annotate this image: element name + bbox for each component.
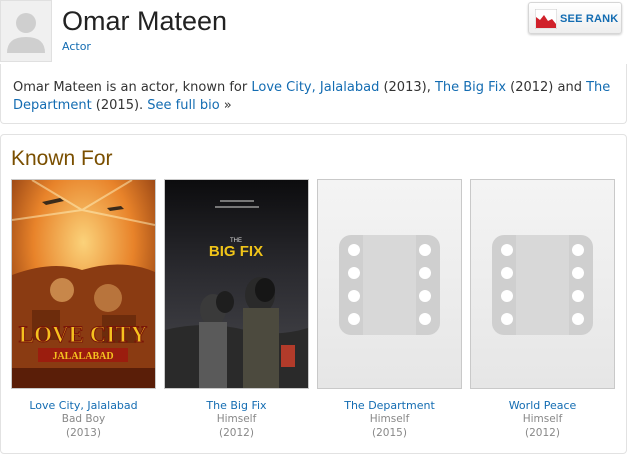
- bio-lead: Omar Mateen is an actor, known for: [13, 80, 252, 95]
- person-silhouette-icon: [7, 13, 45, 53]
- known-for-card[interactable]: The Department Himself (2015): [317, 179, 462, 440]
- big-fix-title-text: BIG FIX: [209, 243, 263, 260]
- poster-love-city[interactable]: LOVE CITY JALALABAD: [11, 179, 156, 389]
- page-title: Omar Mateen: [62, 6, 228, 36]
- poster-big-fix[interactable]: THE BIG FIX: [164, 179, 309, 389]
- known-for-year: (2013): [66, 427, 101, 439]
- known-for-card[interactable]: THE BIG FIX The Big Fix Himself (2012): [164, 179, 309, 440]
- see-rank-button[interactable]: SEE RANK: [528, 2, 622, 34]
- known-for-title[interactable]: Love City, Jalalabad: [11, 399, 156, 412]
- known-for-title[interactable]: World Peace: [470, 399, 615, 412]
- known-for-card[interactable]: World Peace Himself (2012): [470, 179, 615, 440]
- known-for-role: Himself: [369, 413, 410, 425]
- bio-year-1: (2013),: [379, 80, 435, 95]
- film-strip-icon: [339, 235, 440, 335]
- known-for-year: (2015): [372, 427, 407, 439]
- bio-arrow: »: [219, 97, 232, 113]
- poster-placeholder[interactable]: [470, 179, 615, 389]
- love-city-subtitle-text: JALALABAD: [52, 351, 113, 362]
- bio-film-link-love-city[interactable]: Love City, Jalalabad: [251, 80, 379, 95]
- known-for-role: Himself: [216, 413, 257, 425]
- film-strip-icon: [492, 235, 593, 335]
- love-city-title-text: LOVE CITY: [19, 322, 148, 347]
- poster-love-city-art: LOVE CITY JALALABAD: [12, 180, 155, 388]
- bio-film-link-big-fix[interactable]: The Big Fix: [435, 80, 506, 95]
- role-link[interactable]: Actor: [62, 40, 91, 53]
- see-full-bio-link[interactable]: See full bio: [147, 98, 219, 113]
- known-for-role: Himself: [522, 413, 563, 425]
- see-rank-label: SEE RANK: [560, 13, 619, 25]
- avatar: [0, 0, 52, 62]
- known-for-title[interactable]: The Big Fix: [164, 399, 309, 412]
- bio-text: Omar Mateen is an actor, known for Love …: [13, 79, 613, 114]
- known-for-heading: Known For: [11, 147, 113, 170]
- bio-year-3: (2015).: [91, 97, 148, 113]
- bio-section: Omar Mateen is an actor, known for Love …: [0, 64, 627, 124]
- known-for-title[interactable]: The Department: [317, 399, 462, 412]
- bio-year-2: (2012) and: [506, 80, 587, 95]
- poster-big-fix-art: THE BIG FIX: [165, 180, 308, 388]
- rank-chart-icon: [535, 9, 557, 29]
- known-for-year: (2012): [525, 427, 560, 439]
- known-for-card[interactable]: LOVE CITY JALALABAD Love City, Jalalabad…: [11, 179, 156, 440]
- known-for-role: Bad Boy: [61, 413, 106, 425]
- known-for-year: (2012): [219, 427, 254, 439]
- known-for-section: Known For LOVE CITY JALALABAD Love City,…: [0, 134, 627, 454]
- poster-placeholder[interactable]: [317, 179, 462, 389]
